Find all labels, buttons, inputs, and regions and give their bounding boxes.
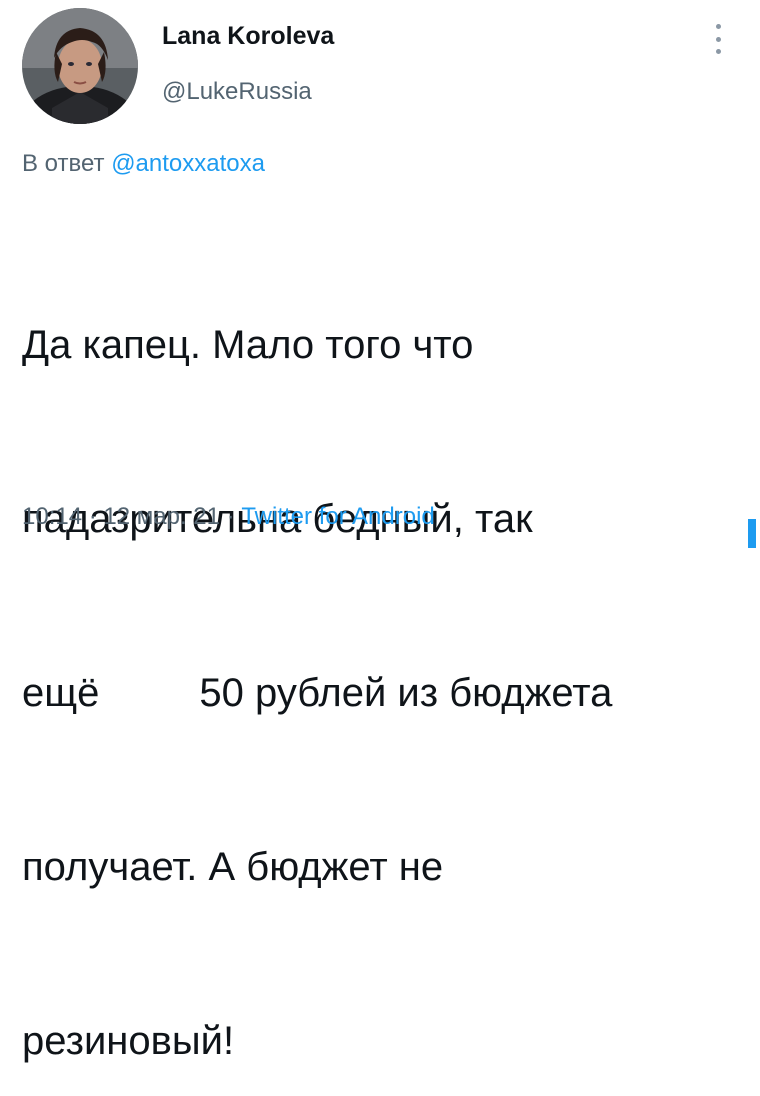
- author-name[interactable]: Lana Koroleva: [162, 22, 334, 51]
- author-handle[interactable]: @LukeRussia: [162, 78, 312, 106]
- tweet-meta: 10:14 · 12 мар. 21 · Twitter for Android: [22, 503, 435, 531]
- tweet-time[interactable]: 10:14: [22, 503, 82, 530]
- avatar-photo: [22, 8, 138, 124]
- tweet-text: Да капец. Мало того что падазрительна бе…: [22, 200, 742, 1096]
- tweet-source-link[interactable]: Twitter for Android: [241, 503, 434, 530]
- tweet-text-line: получает. А бюджет не: [22, 845, 444, 889]
- avatar[interactable]: [22, 8, 138, 124]
- tweet-text-line: резиновый!: [22, 1019, 235, 1063]
- meta-separator: ·: [226, 503, 235, 530]
- tweet-text-line: ещё 50 рублей из бюджета: [22, 671, 613, 715]
- meta-separator: ·: [88, 503, 97, 530]
- reply-prefix: В ответ: [22, 150, 105, 177]
- tweet-date[interactable]: 12 мар. 21: [103, 503, 220, 530]
- reply-mention-link[interactable]: @antoxxatoxa: [111, 150, 265, 177]
- scroll-indicator: [748, 519, 756, 548]
- reply-context: В ответ @antoxxatoxa: [22, 150, 265, 178]
- more-options-button[interactable]: [706, 22, 730, 56]
- tweet-text-line: Да капец. Мало того что: [22, 323, 474, 367]
- more-vertical-icon: [715, 24, 721, 29]
